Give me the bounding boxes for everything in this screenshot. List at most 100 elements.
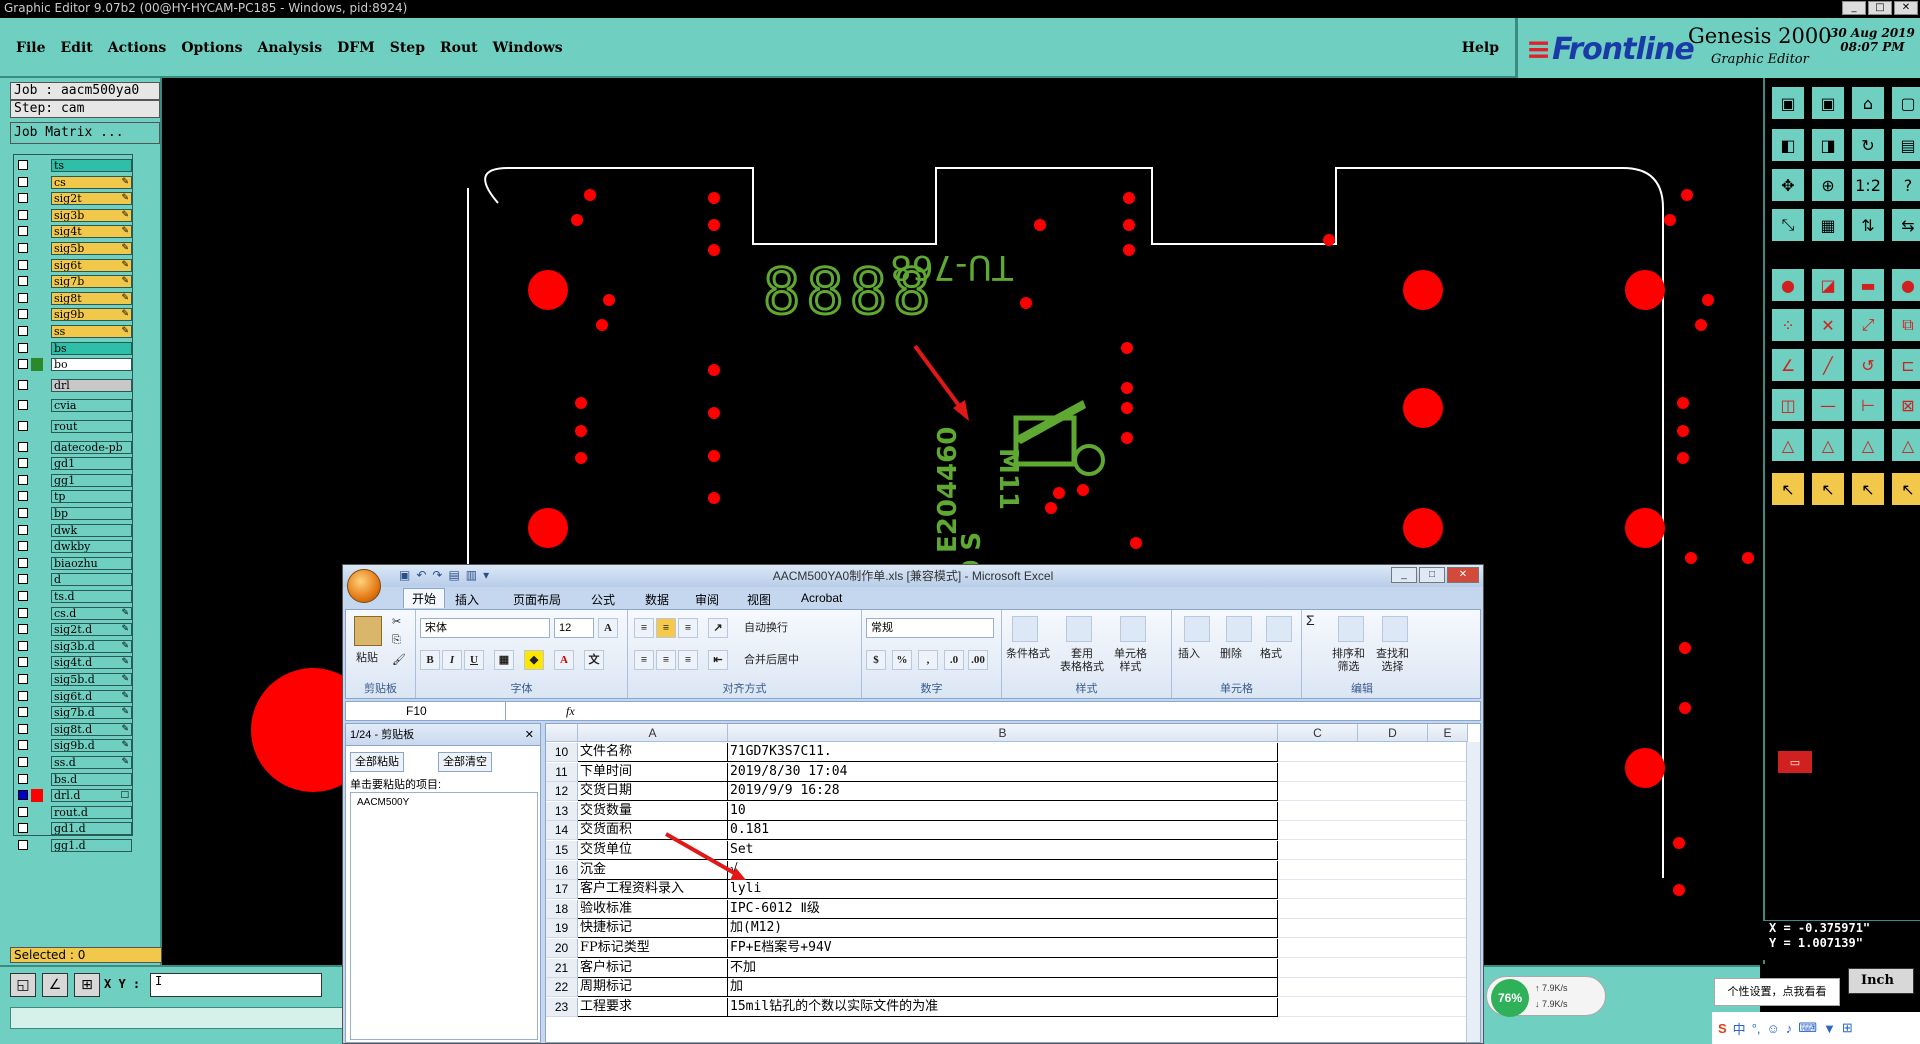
phonetic-icon[interactable]: 文: [584, 650, 604, 670]
layer-row[interactable]: sig7b.d ✎: [16, 706, 132, 720]
layer-checkbox[interactable]: [18, 458, 28, 469]
italic-button[interactable]: I: [442, 650, 462, 670]
layer-checkbox[interactable]: [18, 226, 28, 237]
ime-toolbar[interactable]: S 中 °, ☺ ♪ ⌨ ▼ ⊞: [1712, 1012, 1920, 1044]
layer-row[interactable]: gd1: [16, 457, 132, 471]
layer-checkbox[interactable]: [18, 790, 28, 801]
layer-checkbox[interactable]: [18, 491, 28, 502]
style-button[interactable]: 套用 表格格式: [1060, 648, 1104, 674]
menu-actions[interactable]: Actions: [108, 40, 167, 56]
excel-minimize-button[interactable]: _: [1391, 567, 1417, 583]
layer-row[interactable]: sig8t.d ✎: [16, 722, 132, 736]
tool-icon[interactable]: ▬: [1851, 268, 1885, 302]
layer-name[interactable]: sig8t ✎: [51, 291, 132, 305]
tool-icon[interactable]: 1:2: [1851, 168, 1885, 202]
layer-name[interactable]: bo: [51, 358, 132, 372]
tool-icon[interactable]: ⁘: [1771, 308, 1805, 342]
layer-row[interactable]: biaozhu: [16, 556, 132, 570]
cut-icon[interactable]: ✂: [392, 616, 401, 629]
sum-icon[interactable]: Σ: [1306, 613, 1315, 627]
minimize-button[interactable]: _: [1842, 1, 1866, 15]
layer-name[interactable]: dwkby: [51, 540, 132, 554]
layer-checkbox[interactable]: [18, 607, 28, 618]
skin-icon[interactable]: ▼: [1823, 1021, 1836, 1036]
layer-checkbox[interactable]: [18, 740, 28, 751]
layer-name[interactable]: ts: [51, 159, 132, 172]
tool-icon[interactable]: ▣: [1771, 86, 1805, 120]
network-monitor[interactable]: 76% ↑ 7.9K/s ↓ 7.9K/s: [1486, 976, 1606, 1017]
layer-checkbox[interactable]: [18, 541, 28, 552]
layer-name[interactable]: ss.d ✎: [51, 756, 132, 769]
layer-row[interactable]: cs ✎: [16, 175, 132, 189]
ime-tooltip[interactable]: 个性设置，点我看看: [1714, 978, 1840, 1006]
underline-button[interactable]: U: [464, 650, 484, 670]
tool-icon[interactable]: ▢: [1891, 86, 1920, 120]
layer-name[interactable]: cs.d ✎: [51, 606, 132, 620]
ribbon-tab[interactable]: 视图: [747, 591, 771, 608]
layer-row[interactable]: sig5b.d ✎: [16, 673, 132, 686]
percent-icon[interactable]: %: [892, 650, 912, 670]
layer-checkbox[interactable]: [18, 723, 28, 734]
comma-icon[interactable]: ,: [918, 650, 938, 670]
tool-icon[interactable]: ⧉: [1891, 308, 1920, 342]
tool-icon[interactable]: ⊏: [1891, 348, 1920, 382]
punctuation-icon[interactable]: °,: [1752, 1021, 1761, 1036]
maximize-button[interactable]: □: [1868, 1, 1892, 15]
layer-checkbox[interactable]: [18, 209, 28, 220]
layer-checkbox[interactable]: [18, 624, 28, 635]
tool-icon[interactable]: ↖: [1851, 472, 1885, 506]
cell-button[interactable]: 插入: [1178, 648, 1200, 661]
wrap-text-button[interactable]: 自动换行: [744, 622, 788, 635]
fx-icon[interactable]: fx: [566, 702, 575, 720]
tool-icon[interactable]: ⌂: [1851, 86, 1885, 120]
layer-checkbox[interactable]: [18, 574, 28, 585]
xy-input[interactable]: I: [150, 973, 322, 997]
layer-checkbox[interactable]: [18, 657, 28, 668]
style-icon[interactable]: [1120, 616, 1146, 642]
tool-icon[interactable]: —: [1811, 388, 1845, 422]
layer-checkbox[interactable]: [18, 524, 28, 535]
quick-access-toolbar[interactable]: ▣↶↷▤▥▾: [399, 568, 495, 582]
layer-checkbox[interactable]: [18, 309, 28, 320]
unit-selector[interactable]: Inch: [1848, 968, 1914, 994]
layer-checkbox[interactable]: [18, 292, 28, 303]
decrease-decimal-icon[interactable]: .00: [968, 650, 988, 670]
tool-icon[interactable]: ↖: [1771, 472, 1805, 506]
layer-row[interactable]: sig6t ✎: [16, 258, 132, 272]
orientation-icon[interactable]: ↗: [708, 618, 728, 638]
excel-window[interactable]: AACM500YA0制作单.xls [兼容模式] - Microsoft Exc…: [342, 564, 1484, 1044]
layer-name[interactable]: bp: [51, 507, 132, 520]
align-right-icon[interactable]: ≡: [678, 650, 698, 670]
align-left-icon[interactable]: ≡: [634, 650, 654, 670]
layer-row[interactable]: sig9b.d ✎: [16, 739, 132, 753]
layer-name[interactable]: sig5b.d ✎: [51, 673, 132, 686]
edit-button[interactable]: 排序和 筛选: [1332, 648, 1365, 674]
font-color-icon[interactable]: A: [554, 650, 574, 670]
tool-icon[interactable]: ▤: [1891, 128, 1920, 162]
layer-row[interactable]: datecode-pb: [16, 440, 132, 454]
layer-name[interactable]: bs: [51, 341, 132, 355]
layer-name[interactable]: ss ✎: [51, 325, 132, 338]
paste-icon[interactable]: [354, 616, 382, 646]
layer-name[interactable]: ts.d: [51, 590, 132, 603]
number-format-select[interactable]: 常规: [866, 618, 994, 638]
ribbon-tab[interactable]: 开始: [403, 588, 446, 608]
layer-name[interactable]: biaozhu: [51, 556, 132, 570]
layer-name[interactable]: sig4t.d ✎: [51, 656, 132, 670]
layer-checkbox[interactable]: [18, 421, 28, 431]
layer-name[interactable]: sig4t ✎: [51, 225, 132, 239]
font-size-select[interactable]: 12: [554, 618, 594, 638]
indent-icon[interactable]: ⇤: [708, 650, 728, 670]
tool-icon[interactable]: △: [1771, 428, 1805, 462]
tool-icon[interactable]: ⊕: [1811, 168, 1845, 202]
layer-checkbox[interactable]: [18, 557, 28, 568]
ribbon-tab[interactable]: 插入: [455, 591, 479, 608]
tool-icon[interactable]: ↖: [1891, 472, 1920, 506]
layer-checkbox[interactable]: [18, 640, 28, 651]
layer-name[interactable]: cvia: [51, 399, 132, 413]
layer-checkbox[interactable]: [18, 757, 28, 767]
layer-checkbox[interactable]: [18, 359, 28, 370]
tool-icon[interactable]: △: [1891, 428, 1920, 462]
layer-name[interactable]: datecode-pb: [51, 440, 132, 454]
bold-button[interactable]: B: [420, 650, 440, 670]
